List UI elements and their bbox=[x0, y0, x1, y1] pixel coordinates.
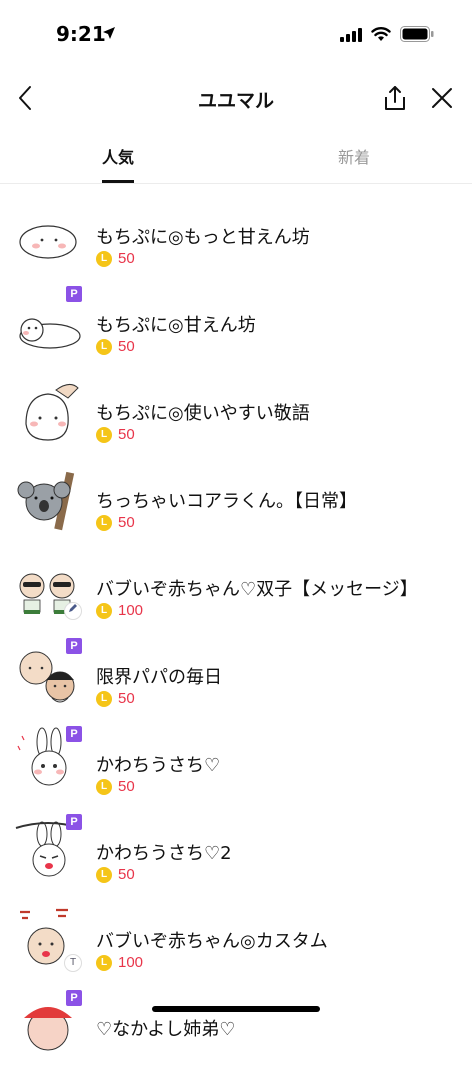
sticker-thumbnail: P bbox=[12, 638, 82, 708]
sticker-thumbnail bbox=[12, 374, 82, 444]
sticker-list-item[interactable]: ちっちゃいコアラくん。【日常】 L 50 bbox=[0, 454, 472, 542]
sticker-list-item[interactable]: T バブいぞ赤ちゃん◎カスタム L 100 bbox=[0, 894, 472, 982]
sticker-list-item[interactable]: もちぷに◎使いやすい敬語 L 50 bbox=[0, 366, 472, 454]
line-coin-icon: L bbox=[96, 603, 112, 619]
tab-popular[interactable]: 人気 bbox=[96, 144, 140, 168]
sticker-price: 100 bbox=[118, 602, 144, 619]
sticker-thumbnail: P bbox=[12, 726, 82, 796]
close-icon[interactable] bbox=[430, 86, 454, 110]
sticker-name: かわちうさち♡2 bbox=[96, 843, 232, 864]
premium-badge-icon: P bbox=[66, 638, 82, 654]
sticker-price: 50 bbox=[118, 690, 135, 707]
battery-icon bbox=[400, 26, 434, 42]
status-bar: 9:21 bbox=[0, 0, 472, 64]
line-coin-icon: L bbox=[96, 251, 112, 267]
sticker-name: もちぷに◎甘えん坊 bbox=[96, 315, 256, 336]
premium-badge-icon: P bbox=[66, 726, 82, 742]
line-coin-icon: L bbox=[96, 955, 112, 971]
sticker-price: 50 bbox=[118, 338, 135, 355]
line-coin-icon: L bbox=[96, 691, 112, 707]
share-icon[interactable] bbox=[382, 84, 408, 112]
home-indicator bbox=[152, 1006, 320, 1012]
sticker-name: ♡なかよし姉弟♡ bbox=[96, 1019, 236, 1040]
sticker-name: かわちうさち♡ bbox=[96, 755, 221, 776]
cellular-signal-icon bbox=[340, 28, 362, 42]
sticker-price: 50 bbox=[118, 250, 135, 267]
sticker-thumbnail bbox=[12, 550, 82, 620]
sticker-list-item[interactable]: P もちぷに◎甘えん坊 L 50 bbox=[0, 278, 472, 366]
line-coin-icon: L bbox=[96, 427, 112, 443]
sticker-list-item[interactable]: もちぷに◎もっと甘えん坊 L 50 bbox=[0, 190, 472, 278]
sticker-thumbnail bbox=[12, 462, 82, 532]
sticker-thumbnail: P bbox=[12, 286, 82, 356]
line-coin-icon: L bbox=[96, 867, 112, 883]
tab-bar: 人気 新着 bbox=[0, 130, 472, 184]
sticker-name: ちっちゃいコアラくん。【日常】 bbox=[96, 491, 357, 512]
line-coin-icon: L bbox=[96, 779, 112, 795]
premium-badge-icon: P bbox=[66, 814, 82, 830]
premium-badge-icon: P bbox=[66, 286, 82, 302]
tab-new[interactable]: 新着 bbox=[330, 144, 378, 168]
wifi-icon bbox=[371, 27, 391, 41]
sticker-thumbnail: P bbox=[12, 814, 82, 884]
sticker-thumbnail: T bbox=[12, 902, 82, 972]
sticker-price: 50 bbox=[118, 426, 135, 443]
sticker-price: 100 bbox=[118, 954, 144, 971]
line-coin-icon: L bbox=[96, 339, 112, 355]
sticker-name: もちぷに◎使いやすい敬語 bbox=[96, 403, 310, 424]
sticker-name: 限界パパの毎日 bbox=[96, 667, 222, 688]
location-arrow-icon bbox=[103, 27, 115, 39]
sticker-price: 50 bbox=[118, 778, 135, 795]
message-edit-icon bbox=[64, 602, 82, 620]
status-time: 9:21 bbox=[56, 22, 106, 46]
sticker-thumbnail: P bbox=[12, 990, 82, 1060]
sticker-name: もちぷに◎もっと甘えん坊 bbox=[96, 227, 310, 248]
sticker-list-item[interactable]: P ♡なかよし姉弟♡ bbox=[0, 982, 472, 1070]
sticker-list-item[interactable]: P かわちうさち♡ L 50 bbox=[0, 718, 472, 806]
custom-text-icon: T bbox=[64, 954, 82, 972]
sticker-name: バブいぞ赤ちゃん◎カスタム bbox=[96, 931, 328, 952]
sticker-list-item[interactable]: P かわちうさち♡2 L 50 bbox=[0, 806, 472, 894]
premium-badge-icon: P bbox=[66, 990, 82, 1006]
sticker-list: もちぷに◎もっと甘えん坊 L 50 P もちぷに◎甘えん坊 L 50 もちぷに◎使いやすい敬語… bbox=[0, 190, 472, 1070]
sticker-price: 50 bbox=[118, 866, 135, 883]
sticker-list-item[interactable]: バブいぞ赤ちゃん♡双子【メッセージ】 L 100 bbox=[0, 542, 472, 630]
sticker-thumbnail bbox=[12, 198, 82, 268]
sticker-name: バブいぞ赤ちゃん♡双子【メッセージ】 bbox=[96, 579, 418, 600]
line-coin-icon: L bbox=[96, 515, 112, 531]
nav-bar: ユユマル bbox=[0, 70, 472, 126]
sticker-list-item[interactable]: P 限界パパの毎日 L 50 bbox=[0, 630, 472, 718]
sticker-price: 50 bbox=[118, 514, 135, 531]
active-tab-indicator bbox=[102, 180, 134, 183]
